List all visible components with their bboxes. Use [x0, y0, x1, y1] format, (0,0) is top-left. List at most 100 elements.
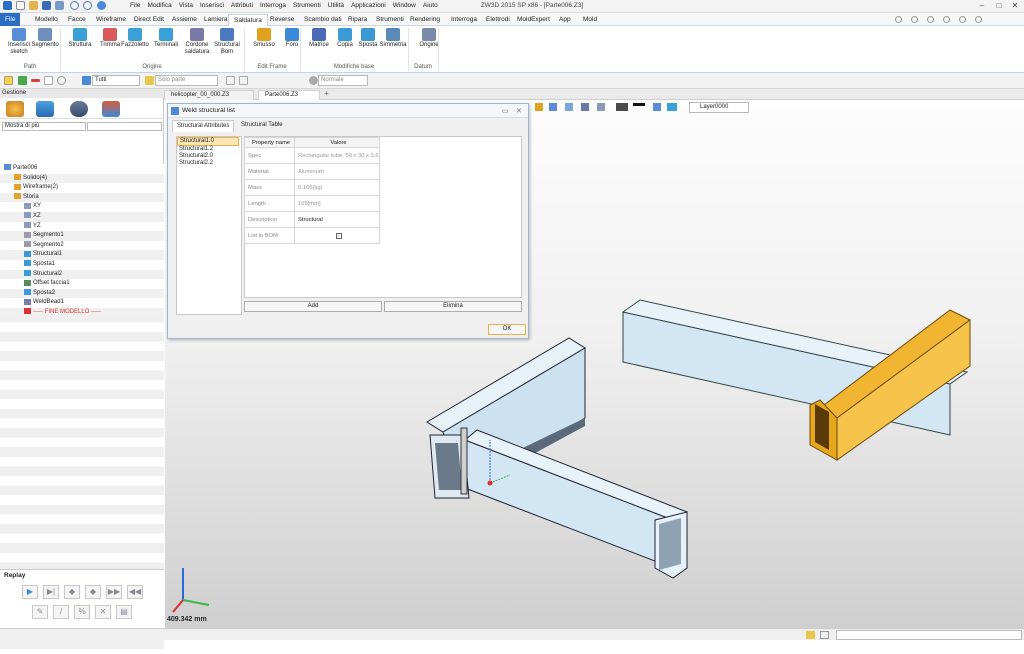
ribbon-button-simmetria[interactable]: Simmetria: [379, 28, 407, 49]
ribbon-button-foro[interactable]: Foro: [278, 28, 306, 49]
box-select-icon[interactable]: [44, 76, 53, 85]
ribbon-tab-interroga[interactable]: Interroga: [446, 14, 482, 26]
ribbon-tab-elettrodi[interactable]: Elettrodi: [481, 14, 515, 26]
ribbon-tab-ripara[interactable]: Ripara: [343, 14, 372, 26]
structural-list-item[interactable]: Structural1.0: [177, 137, 239, 146]
filter-select[interactable]: Tutti: [92, 75, 140, 86]
tree-item[interactable]: Sposta2: [0, 288, 164, 299]
tree-item[interactable]: Solido(4): [0, 173, 164, 184]
view-tab-icon[interactable]: [70, 101, 88, 117]
ok-button[interactable]: OK: [488, 324, 526, 335]
tree-item[interactable]: YZ: [0, 221, 164, 232]
ribbon-button-trimma[interactable]: Trimma: [96, 28, 124, 49]
tree-item[interactable]: Segmento2: [0, 240, 164, 251]
ribbon-tab-rendering[interactable]: Rendering: [405, 14, 445, 26]
ribbon-tab-reverse[interactable]: Reverse: [265, 14, 299, 26]
ribbon-button-structural-bom[interactable]: Structural Bom: [213, 28, 241, 56]
property-value[interactable]: Rectangular tube, 50 x 30 x 2.6: [294, 147, 380, 164]
part-icon[interactable]: [145, 76, 154, 85]
rewind-button[interactable]: ◀◀: [127, 585, 143, 599]
ribbon-tab-modello[interactable]: Modello: [30, 14, 63, 26]
ribbon-tab-file[interactable]: File: [0, 13, 21, 26]
history-tab-icon[interactable]: [6, 101, 24, 117]
maximize-button[interactable]: □: [992, 1, 1006, 11]
replay-back-button[interactable]: ◆: [64, 585, 80, 599]
list-in-bom-checkbox[interactable]: ✓: [335, 232, 342, 239]
ribbon-button-cordone-saldatura[interactable]: Cordone saldatura: [183, 28, 211, 56]
step-button[interactable]: ▶|: [43, 585, 59, 599]
tree-item[interactable]: Parte006: [0, 164, 164, 174]
grid-icon[interactable]: [226, 76, 235, 85]
ribbon-util-icon[interactable]: [911, 16, 918, 23]
tab-structural-attributes[interactable]: Structural Attributes: [172, 120, 235, 132]
ribbon-tab-moldexpert[interactable]: MoldExpert: [512, 14, 555, 26]
layer-select[interactable]: Layer0000: [689, 102, 749, 113]
tree-search-input[interactable]: [87, 122, 162, 131]
ribbon-tab-facce[interactable]: Facce: [63, 14, 91, 26]
play-button[interactable]: ▶: [22, 585, 38, 599]
ribbon-button-segmento[interactable]: Segmento: [31, 28, 59, 49]
tree-item[interactable]: Structural1: [0, 250, 164, 260]
ribbon-util-icon[interactable]: [975, 16, 982, 23]
suppress-button[interactable]: %: [74, 605, 90, 619]
doc-tab-parte006[interactable]: Parte006.Z3: [258, 90, 320, 100]
structural-list-item[interactable]: Structural2.0: [177, 153, 241, 160]
ribbon-tab-scambio-dati[interactable]: Scambio dati: [299, 14, 347, 26]
add-button[interactable]: Add: [244, 301, 382, 312]
fast-forward-button[interactable]: ▶▶: [106, 585, 122, 599]
edit-feature-button[interactable]: ✎: [32, 605, 48, 619]
property-value[interactable]: Structural: [294, 211, 380, 228]
properties-tab-icon[interactable]: [102, 101, 120, 117]
feature-properties-button[interactable]: ▤: [116, 605, 132, 619]
minus-icon[interactable]: [31, 79, 40, 82]
ribbon-util-icon[interactable]: [927, 16, 934, 23]
render-mode-icon[interactable]: [309, 76, 318, 85]
view-icon[interactable]: [239, 76, 248, 85]
ribbon-util-icon[interactable]: [959, 16, 966, 23]
delete-button[interactable]: Elimina: [384, 301, 522, 312]
doc-tab-helicopter[interactable]: helicopter_00_000.Z3: [164, 90, 254, 100]
property-value[interactable]: 169[mm]: [294, 195, 380, 212]
property-value[interactable]: Aluminum: [294, 163, 380, 180]
green-arrow-icon[interactable]: [18, 76, 27, 85]
ribbon-tab-saldatura[interactable]: Saldatura: [228, 14, 268, 26]
ribbon-tab-direct-edit[interactable]: Direct Edit: [129, 14, 169, 26]
ribbon-button-fazzoletto[interactable]: Fazzoletto: [121, 28, 149, 49]
tree-item[interactable]: Wireframe(2): [0, 183, 164, 193]
dialog-pin-icon[interactable]: ▭: [502, 107, 509, 115]
structural-list-item[interactable]: Structural2.2: [177, 160, 241, 167]
status-icon-1[interactable]: [806, 631, 815, 639]
close-button[interactable]: ✕: [1008, 1, 1022, 11]
ribbon-util-icon[interactable]: [895, 16, 902, 23]
property-value[interactable]: 0.166(kg): [294, 179, 380, 196]
ribbon-tab-app[interactable]: App: [554, 14, 576, 26]
show-more-select[interactable]: Mostra di più: [2, 122, 86, 131]
new-tab-icon[interactable]: +: [324, 89, 329, 98]
replay-all-button[interactable]: ◆: [85, 585, 101, 599]
tree-item[interactable]: ----- FINE MODELLO -----: [0, 308, 164, 318]
ribbon-button-smusso[interactable]: Smusso: [250, 28, 278, 49]
command-input[interactable]: [836, 630, 1022, 640]
tree-item[interactable]: WeldBead1: [0, 298, 164, 308]
tab-structural-table[interactable]: Structural Table: [237, 120, 287, 132]
status-icon-2[interactable]: [820, 631, 829, 639]
tree-item[interactable]: Segmento1: [0, 231, 164, 241]
ribbon-tab-assieme[interactable]: Assieme: [167, 14, 202, 26]
circle-select-icon[interactable]: [57, 76, 66, 85]
part-select[interactable]: Solo parte: [155, 75, 218, 86]
structural-list-item[interactable]: Structural1.2: [177, 146, 241, 153]
delete-feature-button[interactable]: ✕: [95, 605, 111, 619]
tree-item[interactable]: XZ: [0, 212, 164, 222]
tree-item[interactable]: Storia: [0, 192, 164, 203]
tree-item[interactable]: Structural2: [0, 269, 164, 280]
ribbon-button-matrice[interactable]: Matrice: [305, 28, 333, 49]
ribbon-button-sposta[interactable]: Sposta: [354, 28, 382, 49]
select-icon[interactable]: [4, 76, 13, 85]
ribbon-button-terminali[interactable]: Terminali: [152, 28, 180, 49]
normal-select[interactable]: Normale: [318, 75, 368, 86]
filter-icon[interactable]: [82, 76, 91, 85]
ribbon-button-struttura[interactable]: Struttura: [66, 28, 94, 49]
pen-button[interactable]: /: [53, 605, 69, 619]
tree-item[interactable]: Offset faccia1: [0, 279, 164, 289]
ribbon-tab-mold[interactable]: Mold: [578, 14, 602, 26]
